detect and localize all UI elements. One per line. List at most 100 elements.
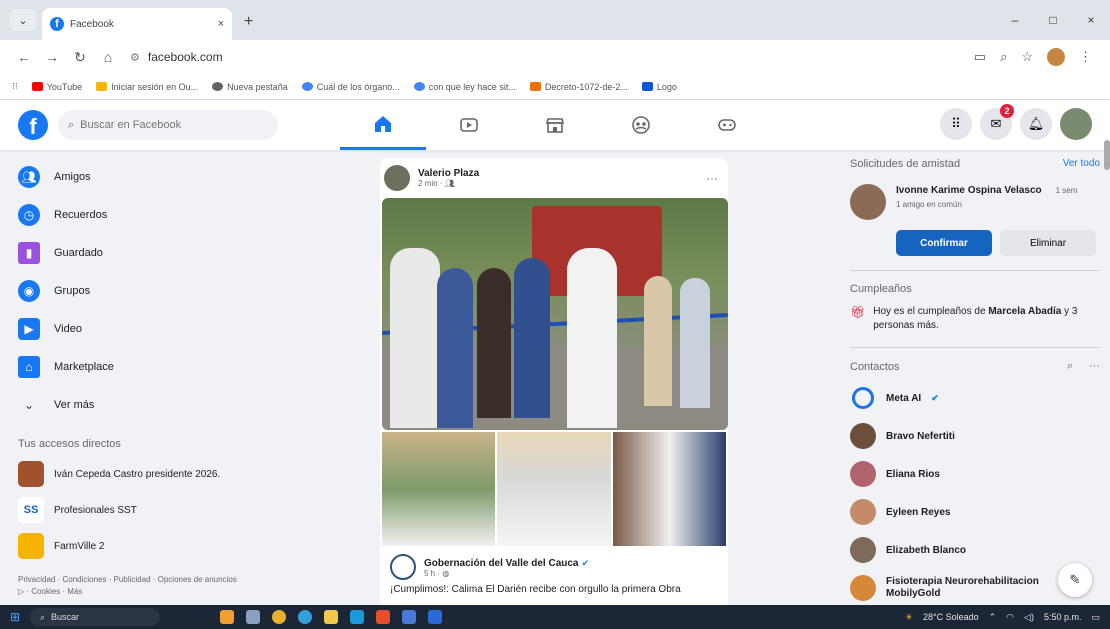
sidebar-item-video[interactable]: ▶ Video — [18, 310, 270, 348]
bookmark-item[interactable]: Cuál de los órgano... — [301, 82, 400, 92]
see-all-link[interactable]: Ver todo — [1063, 158, 1100, 170]
sidebar-item-label: Amigos — [54, 171, 91, 183]
facebook-logo-icon[interactable]: f — [18, 110, 48, 140]
contact-item[interactable]: Meta AI ✔ — [850, 379, 1100, 417]
browser-menu-icon[interactable]: ⋮ — [1079, 49, 1092, 65]
home-icon[interactable]: ⌂ — [94, 49, 122, 65]
site-settings-icon[interactable]: ⚙ — [130, 51, 140, 64]
post-photo-portrait[interactable] — [612, 432, 726, 546]
wifi-icon[interactable]: ◠ — [1006, 612, 1014, 623]
notification-icon[interactable]: ▭ — [1091, 612, 1100, 623]
search-icon[interactable]: ⌕ — [1067, 360, 1073, 373]
chevron-up-icon[interactable]: ⌃ — [989, 612, 997, 623]
verified-badge-icon: ✔ — [931, 392, 939, 403]
post-photo-main[interactable] — [382, 198, 728, 430]
footer-links[interactable]: Privacidad · Condiciones · Publicidad · … — [18, 574, 238, 598]
browser-tab-facebook[interactable]: f Facebook × — [42, 8, 232, 40]
reload-icon[interactable]: ↻ — [66, 49, 94, 66]
post-photo-tent[interactable] — [382, 432, 496, 546]
chrome-icon[interactable] — [272, 610, 286, 624]
menu-grid-icon[interactable]: ⠿ — [940, 108, 972, 140]
weather-text[interactable]: 28°C Soleado — [923, 612, 979, 622]
windows-start-icon[interactable]: ⊞ — [0, 610, 30, 624]
new-tab-button[interactable]: + — [244, 13, 253, 31]
close-window-button[interactable]: × — [1072, 13, 1110, 27]
taskbar-search[interactable]: ⌕ Buscar — [30, 608, 160, 626]
sidebar-item-grupos[interactable]: ◉ Grupos — [18, 272, 270, 310]
new-message-edit-icon[interactable]: ✎ — [1058, 563, 1092, 597]
tab-gaming[interactable] — [684, 100, 770, 150]
clock-text[interactable]: 5:50 p.m. — [1044, 612, 1082, 622]
tab-search-menu-button[interactable]: ⌄ — [10, 9, 36, 31]
shortcut-item[interactable]: SS Profesionales SST — [18, 492, 270, 528]
maximize-button[interactable]: □ — [1034, 13, 1072, 27]
tab-home[interactable] — [340, 100, 426, 150]
zoom-icon[interactable]: ⌕ — [1000, 49, 1007, 65]
more-options-icon[interactable]: ··· — [706, 171, 718, 185]
sidebar-item-recuerdos[interactable]: ◷ Recuerdos — [18, 196, 270, 234]
requester-name[interactable]: Ivonne Karime Ospina Velasco — [896, 185, 1042, 196]
shortcut-item[interactable]: Iván Cepeda Castro presidente 2026. — [18, 456, 270, 492]
account-avatar[interactable] — [1060, 108, 1092, 140]
windows-taskbar: ⊞ ⌕ Buscar ☀ 28°C Soleado ⌃ ◠ ◁) 5:50 p.… — [0, 605, 1110, 629]
office-icon[interactable] — [376, 610, 390, 624]
bookmark-item[interactable]: con que ley hace sit... — [413, 82, 516, 92]
volume-icon[interactable]: ◁) — [1024, 612, 1034, 623]
mail-icon[interactable] — [428, 610, 442, 624]
edge-icon[interactable] — [298, 610, 312, 624]
url-field[interactable]: ⚙ facebook.com — [130, 50, 974, 64]
scrollbar-thumb[interactable] — [1104, 140, 1110, 170]
shortcut-item[interactable]: FarmVille 2 — [18, 528, 270, 564]
contact-item[interactable]: Bravo Nefertiti — [850, 417, 1100, 455]
bookmark-item[interactable]: Iniciar sesión en Ou... — [96, 82, 198, 92]
birthday-item[interactable]: 🎁︎ Hoy es el cumpleaños de Marcela Abadí… — [850, 305, 1100, 333]
edge-app-icon[interactable] — [350, 610, 364, 624]
post-author[interactable]: Valerio Plaza — [418, 168, 479, 179]
profile-avatar[interactable] — [1047, 48, 1065, 66]
requester-avatar[interactable] — [850, 184, 886, 220]
shared-page-name[interactable]: Gobernación del Valle del Cauca — [424, 558, 579, 569]
weather-icon[interactable]: ☀ — [905, 612, 913, 623]
bell-icon[interactable]: 🔔︎ — [1020, 108, 1052, 140]
bookmark-item[interactable]: Logo — [641, 82, 677, 92]
back-arrow-icon[interactable]: ← — [10, 49, 38, 65]
contact-item[interactable]: Eyleen Reyes — [850, 493, 1100, 531]
facebook-search[interactable]: ⌕ — [58, 110, 278, 140]
store-app-icon[interactable] — [402, 610, 416, 624]
delete-button[interactable]: Eliminar — [1000, 230, 1096, 256]
contact-item[interactable]: Eliana Rios — [850, 455, 1100, 493]
apps-grid-icon[interactable]: ⁝⁝ — [12, 81, 18, 92]
minimize-button[interactable]: – — [996, 13, 1034, 27]
post-photo-meeting[interactable] — [497, 432, 611, 546]
tab-marketplace[interactable] — [512, 100, 598, 150]
confirm-button[interactable]: Confirmar — [896, 230, 992, 256]
bookmark-item[interactable]: Decreto-1072-de-2... — [529, 82, 628, 92]
bookmark-item[interactable]: YouTube — [31, 82, 82, 92]
files-icon[interactable] — [324, 610, 338, 624]
friend-request-item[interactable]: Ivonne Karime Ospina Velasco 1 sem 1 amig… — [850, 184, 1100, 220]
tab-groups[interactable] — [598, 100, 684, 150]
gobernacion-logo-icon[interactable] — [390, 554, 416, 580]
store-icon: ⌂ — [18, 356, 40, 378]
cast-icon[interactable]: ▭ — [974, 49, 986, 65]
copilot-icon[interactable] — [220, 610, 234, 624]
forward-arrow-icon[interactable]: → — [38, 49, 66, 65]
globe-icon — [212, 82, 224, 91]
messenger-icon[interactable]: ✉ 2 — [980, 104, 1014, 140]
sidebar-item-marketplace[interactable]: ⌂ Marketplace — [18, 348, 270, 386]
farmville-icon — [18, 533, 44, 559]
contact-item[interactable]: Elizabeth Blanco — [850, 531, 1100, 569]
sidebar-item-amigos[interactable]: 👥︎ Amigos — [18, 158, 270, 196]
mutual-friends[interactable]: 1 amigo en común — [896, 200, 1077, 209]
facebook-search-input[interactable] — [80, 119, 261, 131]
star-bookmark-icon[interactable]: ☆ — [1021, 49, 1033, 65]
contact-avatar — [850, 537, 876, 563]
tab-close-icon[interactable]: × — [218, 18, 224, 30]
more-options-icon[interactable]: ··· — [1089, 360, 1100, 373]
bookmark-item[interactable]: Nueva pestaña — [212, 82, 288, 92]
author-avatar[interactable] — [384, 165, 410, 191]
see-more-button[interactable]: ⌄ Ver más — [18, 386, 270, 424]
tab-video[interactable] — [426, 100, 512, 150]
task-view-icon[interactable] — [246, 610, 260, 624]
sidebar-item-guardado[interactable]: ▮ Guardado — [18, 234, 270, 272]
